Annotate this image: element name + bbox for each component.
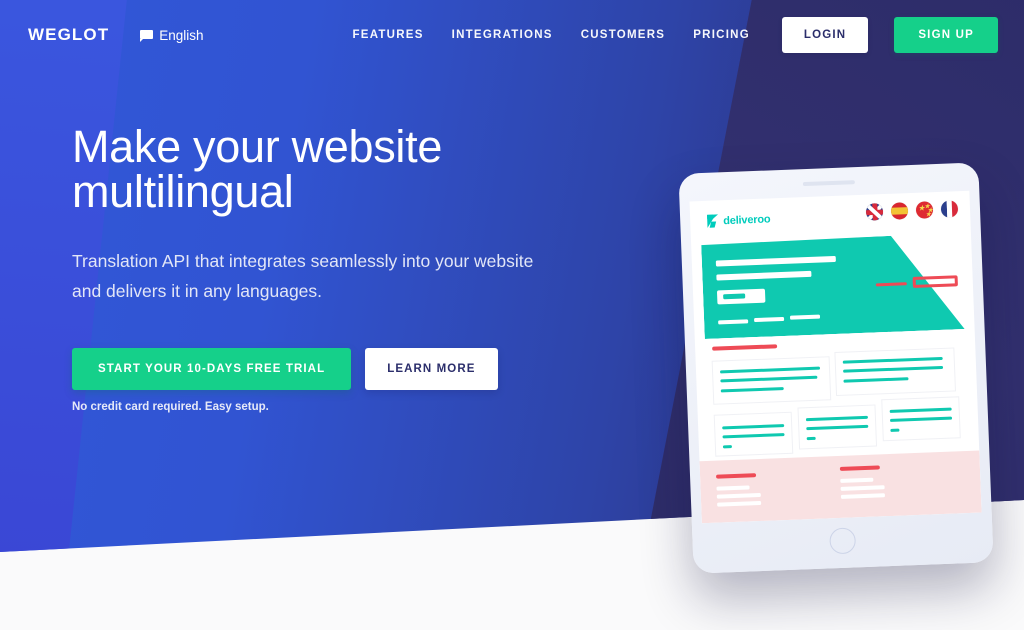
mock-card bbox=[797, 404, 878, 450]
mock-card bbox=[881, 396, 961, 442]
main-navigation: FEATURES INTEGRATIONS CUSTOMERS PRICING … bbox=[339, 17, 1024, 53]
flag-united-kingdom-icon[interactable] bbox=[865, 203, 884, 221]
site-header: WEGLOT English FEATURES INTEGRATIONS CUS… bbox=[0, 0, 1024, 70]
nav-item-features[interactable]: FEATURES bbox=[339, 29, 438, 41]
deliveroo-logo: deliveroo bbox=[707, 212, 771, 227]
start-free-trial-button[interactable]: START YOUR 10-DAYS FREE TRIAL bbox=[72, 348, 352, 390]
tablet-mockup: deliveroo ★ ★ ★ ★ bbox=[678, 162, 994, 574]
mock-card bbox=[834, 347, 956, 397]
hero-subheadline: Translation API that integrates seamless… bbox=[72, 251, 534, 301]
flag-icon bbox=[140, 29, 154, 42]
deliveroo-wordmark: deliveroo bbox=[723, 212, 771, 227]
tablet-screen: deliveroo ★ ★ ★ ★ bbox=[689, 190, 982, 524]
flag-france-icon[interactable] bbox=[940, 200, 959, 218]
hero-content: Make your website multilingual Translati… bbox=[72, 124, 692, 413]
language-switcher[interactable]: English bbox=[140, 28, 203, 43]
cta-note: No credit card required. Easy setup. bbox=[72, 401, 269, 413]
language-switcher-label: English bbox=[159, 27, 204, 43]
nav-item-pricing[interactable]: PRICING bbox=[679, 29, 764, 41]
login-button[interactable]: LOGIN bbox=[781, 17, 869, 53]
mock-card bbox=[711, 356, 832, 405]
signup-button[interactable]: SIGN UP bbox=[894, 17, 998, 53]
mock-card bbox=[713, 411, 794, 457]
flag-spain-icon[interactable] bbox=[890, 202, 909, 220]
mock-section-title-accent bbox=[712, 344, 778, 351]
flag-china-icon[interactable]: ★ ★ ★ ★ bbox=[915, 201, 934, 219]
weglot-logo[interactable]: WEGLOT bbox=[28, 25, 109, 45]
hero-cta-row: START YOUR 10-DAYS FREE TRIAL LEARN MORE bbox=[72, 348, 692, 390]
nav-item-integrations[interactable]: INTEGRATIONS bbox=[438, 29, 567, 41]
hero-headline: Make your website multilingual bbox=[72, 121, 443, 217]
kangaroo-icon bbox=[707, 214, 718, 227]
mock-footer-panel bbox=[699, 450, 982, 524]
learn-more-button[interactable]: LEARN MORE bbox=[365, 348, 498, 390]
nav-item-customers[interactable]: CUSTOMERS bbox=[567, 29, 680, 41]
mock-red-button bbox=[912, 275, 958, 288]
mock-language-flags: ★ ★ ★ ★ bbox=[865, 200, 959, 221]
